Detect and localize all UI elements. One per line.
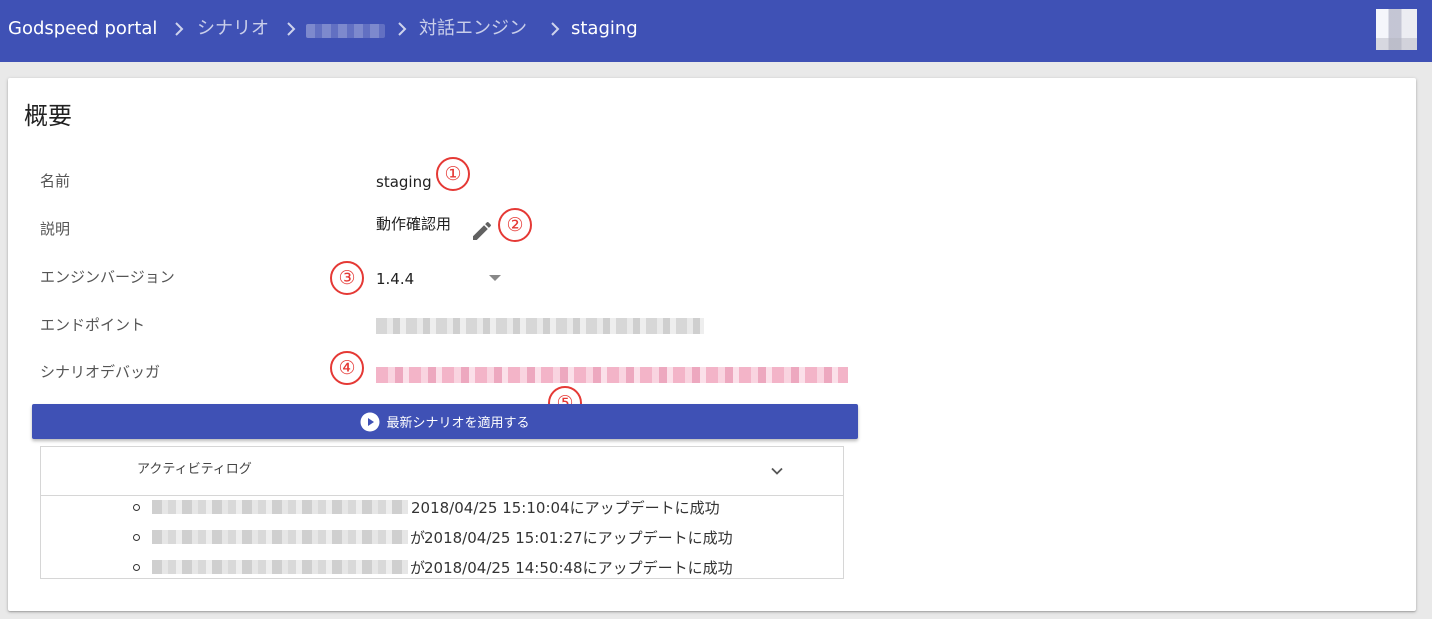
description-label: 説明 — [40, 220, 71, 238]
breadcrumb-engine[interactable]: 対話エンジン — [419, 17, 527, 41]
bullet — [133, 534, 140, 541]
apply-latest-scenario-button[interactable]: 最新シナリオを適用する — [32, 404, 858, 439]
breadcrumb-scenario[interactable]: シナリオ — [197, 17, 269, 41]
log-user-redacted — [152, 500, 408, 514]
apply-button-label: 最新シナリオを適用する — [386, 416, 530, 431]
breadcrumb-home[interactable]: Godspeed portal — [8, 17, 157, 41]
play-circle-icon — [360, 412, 380, 431]
annotation-4: ④ — [330, 351, 364, 385]
annotation-2: ② — [498, 208, 532, 242]
page-title: 概要 — [24, 102, 72, 130]
name-value: staging — [376, 173, 432, 191]
chevron-right-icon — [175, 22, 184, 36]
endpoint-value-redacted — [376, 318, 704, 334]
top-app-bar: Godspeed portal シナリオ 対話エンジン staging — [0, 0, 1432, 62]
chevron-right-icon — [551, 22, 560, 36]
bullet — [133, 504, 140, 511]
log-entry-text: 2018/04/25 15:10:04にアップデートに成功 — [411, 499, 720, 517]
log-entry-prefix: が — [410, 559, 426, 577]
endpoint-label: エンドポイント — [40, 316, 146, 334]
log-entry-text: 2018/04/25 14:50:48にアップデートに成功 — [424, 559, 733, 577]
log-user-redacted — [152, 560, 408, 574]
annotation-1: ① — [436, 157, 470, 191]
chevron-right-icon — [287, 22, 296, 36]
breadcrumb-project-redacted[interactable] — [306, 24, 385, 38]
annotation-3: ③ — [330, 261, 364, 295]
log-entry-text: 2018/04/25 15:01:27にアップデートに成功 — [424, 529, 733, 547]
chevron-right-icon — [398, 22, 407, 36]
activity-log-list: 2018/04/25 15:10:04にアップデートに成功 が 2018/04/… — [41, 496, 843, 579]
bullet — [133, 564, 140, 571]
name-label: 名前 — [40, 172, 71, 190]
activity-log-panel: アクティビティログ 2018/04/25 15:10:04にアップデートに成功 … — [40, 446, 844, 579]
activity-log-title: アクティビティログ — [137, 462, 252, 477]
activity-log-header[interactable]: アクティビティログ — [41, 447, 843, 496]
log-user-redacted — [152, 530, 408, 544]
debugger-link-redacted[interactable] — [376, 367, 848, 383]
avatar[interactable] — [1376, 9, 1417, 50]
engine-version-label: エンジンバージョン — [40, 268, 175, 286]
log-entry-prefix: が — [410, 529, 426, 547]
breadcrumb-current: staging — [571, 18, 638, 39]
description-value: 動作確認用 — [376, 215, 452, 233]
overview-card: 概要 名前 staging ① 説明 動作確認用 ② エンジンバージョン ③ 1… — [8, 78, 1416, 611]
debugger-label: シナリオデバッガ — [40, 363, 161, 381]
engine-version-select[interactable]: 1.4.4 — [376, 268, 414, 290]
pencil-icon[interactable] — [470, 219, 494, 243]
dropdown-arrow-icon[interactable] — [489, 275, 501, 281]
chevron-down-icon[interactable] — [769, 463, 785, 479]
